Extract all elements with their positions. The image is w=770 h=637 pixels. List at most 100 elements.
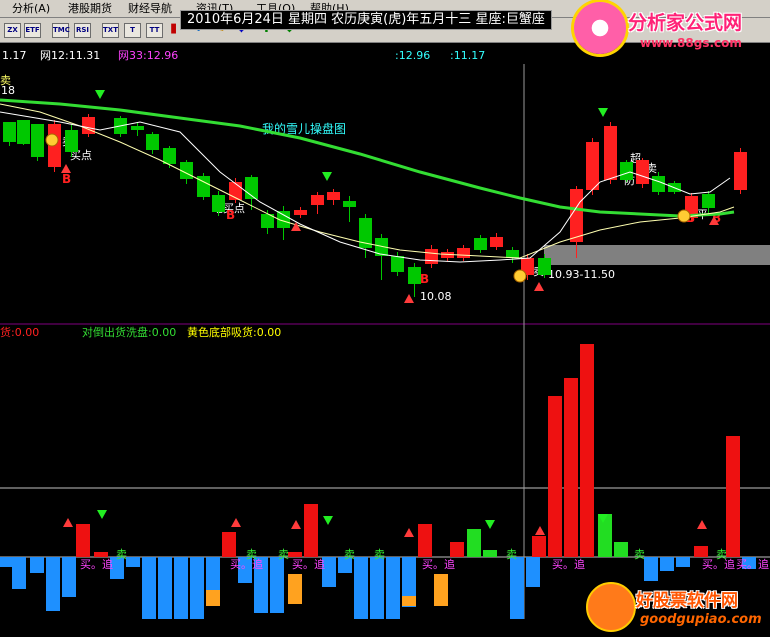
buy-chase-label: 买。追 — [292, 557, 325, 571]
candle-body — [620, 162, 633, 180]
down-arrow-marker — [95, 90, 105, 99]
signal-arrows — [45, 90, 719, 303]
header-price-b: :12.96 — [395, 49, 430, 62]
toolbar-zx-button[interactable]: ZX — [4, 23, 21, 38]
indicator-bar-negative — [386, 557, 400, 619]
indicator-bar-negative — [270, 557, 284, 613]
indicator-header: 货:0.00 对倒出货洗盘:0.00 黄色底部吸货:0.00 — [0, 325, 281, 339]
candle-body — [31, 124, 44, 157]
indicator-bar-positive — [483, 550, 497, 557]
indicator-label-right: 黄色底部吸货:0.00 — [187, 325, 281, 339]
indicator-bar-negative — [510, 557, 524, 619]
candle-body — [146, 134, 159, 150]
indicator-bar-negative — [46, 557, 60, 611]
candle-body — [702, 194, 715, 208]
buy-chase-label: 买。追 — [422, 557, 455, 571]
indicator-bar-positive — [580, 344, 594, 557]
candle-body — [311, 195, 324, 205]
candle-body — [570, 189, 583, 242]
indicator-bar-negative — [30, 557, 44, 573]
candle-body — [391, 256, 404, 272]
up-arrow-marker — [535, 526, 545, 535]
indicator-bar-positive — [450, 542, 464, 557]
indicator-bar-negative — [190, 557, 204, 619]
sell-label-1: 卖 — [0, 74, 11, 87]
indicator-label-mid: 对倒出货洗盘:0.00 — [82, 325, 176, 339]
support-zone — [544, 245, 770, 265]
menu-hk-futures[interactable]: 港股期货 — [68, 1, 112, 16]
sell-label: 卖 — [634, 548, 645, 561]
bottom-logo-name: 好股票软件网 — [636, 591, 738, 611]
candle-body — [425, 249, 438, 264]
indicator-bar-negative — [62, 557, 76, 597]
sell-label: 卖 — [116, 548, 127, 561]
indicator-bar-positive — [94, 552, 108, 557]
buy-chase-label: 买。追 — [736, 557, 769, 571]
sell-label: 卖 — [374, 548, 385, 561]
chart-icon[interactable]: ▮ — [170, 22, 177, 36]
indicator-bar-negative — [158, 557, 172, 619]
buy-chase-label: 买。追 — [80, 557, 113, 571]
candle-body — [163, 148, 176, 164]
indicator-bar-negative — [0, 557, 14, 567]
mascot-logo-icon — [586, 582, 636, 632]
indicator-bar-positive — [222, 532, 236, 557]
b-label-3: B — [420, 272, 429, 286]
sell-label: 卖 — [716, 548, 727, 561]
money-bag-icon — [513, 269, 527, 283]
menu-analysis[interactable]: 分析(A) — [12, 1, 50, 16]
candlestick-chart[interactable]: 1.17 网12:11.31 网33:12.96 :12.96 :11.17 1… — [0, 42, 770, 342]
candle-body — [636, 160, 649, 184]
indicator-bar-accumulation — [402, 596, 416, 606]
candle-body — [327, 192, 340, 200]
volume-indicator-chart[interactable]: 货:0.00 对倒出货洗盘:0.00 黄色底部吸货:0.00 买。追 买。追 买。追… — [0, 324, 770, 619]
toolbar-tmc-button[interactable]: TMC — [52, 23, 70, 38]
indicator-bar-positive — [548, 396, 562, 557]
bottom-logo-url: goodgupiao.com — [640, 612, 762, 627]
indicator-bars — [0, 344, 756, 619]
toolbar-etf-button[interactable]: ETF — [24, 23, 41, 38]
menu-finance-nav[interactable]: 财经导航 — [128, 1, 172, 16]
candle-body — [538, 258, 551, 275]
indicator-bar-accumulation — [206, 590, 220, 606]
indicator-bar-negative — [174, 557, 188, 619]
header-price-a: 1.17 — [2, 49, 27, 62]
candle-body — [734, 152, 747, 190]
candle-body — [3, 122, 16, 142]
top-logo-name: 分析家公式网 — [628, 12, 743, 34]
candle-body — [604, 126, 617, 180]
toolbar-tt-button[interactable]: TT — [146, 23, 163, 38]
up-arrow-marker — [231, 518, 241, 527]
date-banner: 2010年6月24日 星期四 农历庚寅(虎)年五月十三 星座:巨蟹座 — [180, 10, 552, 30]
candle-body — [131, 126, 144, 130]
indicator-bar-positive — [304, 504, 318, 557]
b-label-1: B — [62, 172, 71, 186]
indicator-bar-negative — [370, 557, 384, 619]
candle-body — [65, 130, 78, 152]
indicator-bar-negative — [354, 557, 368, 619]
toolbar-rsi-button[interactable]: RSI — [74, 23, 91, 38]
indicator-bar-positive — [76, 524, 90, 557]
flower-logo-icon — [574, 2, 626, 54]
down-arrow-marker — [323, 516, 333, 525]
indicator-bar-positive — [532, 536, 546, 557]
indicator-bar-positive — [726, 436, 740, 557]
indicator-bar-positive — [467, 529, 481, 557]
indicator-bar-negative — [676, 557, 690, 567]
sell-label: 卖 — [344, 548, 355, 561]
indicator-bar-accumulation — [288, 574, 302, 604]
indicator-bar-negative — [644, 557, 658, 581]
up-arrow-marker — [697, 520, 707, 529]
candle-body — [294, 210, 307, 215]
top-logo-url: www.88gs.com — [640, 36, 742, 50]
indicator-bar-positive — [418, 524, 432, 557]
range-label: 10.93-11.50 — [548, 268, 615, 281]
toolbar-txt-button[interactable]: TXT — [102, 23, 119, 38]
low-price-label: 10.08 — [420, 290, 452, 303]
header-time-b: 网33:12.96 — [118, 49, 178, 62]
candle-body — [212, 195, 225, 212]
indicator-bar-accumulation — [434, 574, 448, 606]
indicator-bar-positive — [598, 514, 612, 557]
toolbar-t-button[interactable]: T — [124, 23, 141, 38]
header-price-c: :11.17 — [450, 49, 485, 62]
